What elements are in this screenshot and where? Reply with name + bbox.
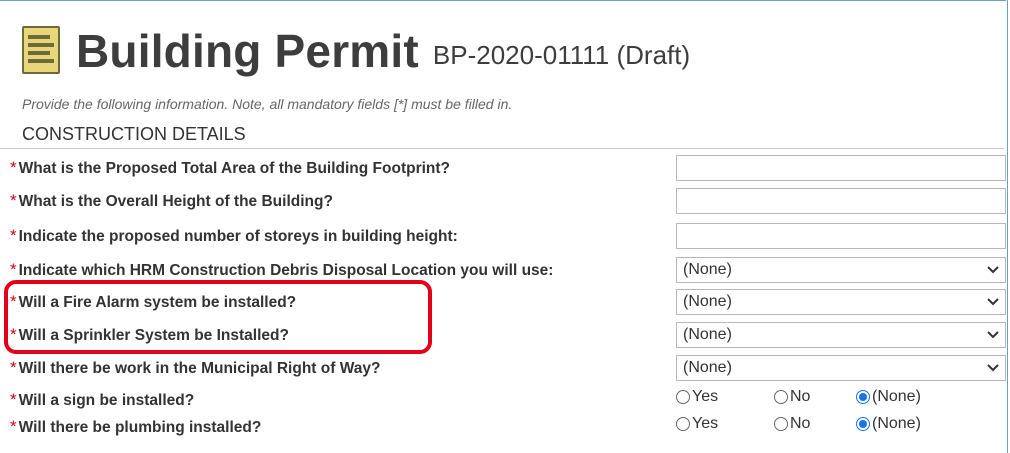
fire-alarm-select[interactable]: (None) <box>676 289 1006 315</box>
section-divider <box>0 148 1004 149</box>
plumbing-radio-none[interactable]: (None) <box>856 415 921 433</box>
footprint-area-input[interactable] <box>676 155 1006 181</box>
window-frame <box>0 0 1010 453</box>
field-label: * Indicate the proposed number of storeys… <box>10 226 458 245</box>
radio-button-selected[interactable] <box>856 417 870 431</box>
chevron-down-icon <box>987 331 999 339</box>
plumbing-radio-yes[interactable]: Yes <box>676 415 718 433</box>
storeys-input[interactable] <box>676 223 1006 249</box>
radio-button-selected[interactable] <box>856 390 870 404</box>
select-value: (None) <box>683 359 732 376</box>
field-label: * What is the Overall Height of the Build… <box>10 191 333 210</box>
chevron-down-icon <box>987 298 999 306</box>
building-height-input[interactable] <box>676 188 1006 214</box>
chevron-down-icon <box>987 266 999 274</box>
radio-button[interactable] <box>676 390 690 404</box>
required-marker: * <box>10 158 17 177</box>
sign-radio-yes[interactable]: Yes <box>676 388 718 406</box>
select-value: (None) <box>683 293 732 310</box>
highlight-annotation <box>4 280 432 354</box>
document-icon <box>22 26 60 76</box>
field-row-footprint-area: * What is the Proposed Total Area of the … <box>0 153 1010 183</box>
radio-button[interactable] <box>676 417 690 431</box>
required-marker: * <box>10 390 17 409</box>
sign-radio-none[interactable]: (None) <box>856 388 921 406</box>
select-value: (None) <box>683 261 732 278</box>
required-marker: * <box>10 260 17 279</box>
section-title: CONSTRUCTION DETAILS <box>22 124 246 144</box>
field-label: * Will a sign be installed? <box>10 390 195 409</box>
field-label: * What is the Proposed Total Area of the … <box>10 158 451 177</box>
instructions-text: Provide the following information. Note,… <box>22 96 513 112</box>
sprinkler-select[interactable]: (None) <box>676 322 1006 348</box>
permit-number: BP-2020-01111 (Draft) <box>432 40 691 70</box>
plumbing-radio-no[interactable]: No <box>774 415 810 433</box>
field-row-building-height: * What is the Overall Height of the Build… <box>0 186 1010 216</box>
debris-disposal-select[interactable]: (None) <box>676 257 1006 283</box>
required-marker: * <box>10 191 17 210</box>
sign-radio-group: Yes No (None) <box>676 386 1006 412</box>
field-row-right-of-way: * Will there be work in the Municipal Rig… <box>0 353 1010 383</box>
field-row-plumbing: * Will there be plumbing installed? Yes N… <box>0 412 1010 442</box>
field-label: * Indicate which HRM Construction Debris … <box>10 260 554 279</box>
field-label: * Will there be work in the Municipal Rig… <box>10 358 381 377</box>
sign-radio-no[interactable]: No <box>774 388 810 406</box>
select-value: (None) <box>683 326 732 343</box>
required-marker: * <box>10 417 17 436</box>
required-marker: * <box>10 358 17 377</box>
required-marker: * <box>10 226 17 245</box>
field-row-sign: * Will a sign be installed? Yes No (None) <box>0 385 1010 415</box>
radio-button[interactable] <box>774 417 788 431</box>
field-row-storeys: * Indicate the proposed number of storeys… <box>0 221 1010 251</box>
chevron-down-icon <box>987 364 999 372</box>
field-label: * Will there be plumbing installed? <box>10 417 262 436</box>
frame-top-line <box>0 0 1006 1</box>
radio-button[interactable] <box>774 390 788 404</box>
page-title: Building Permit <box>76 25 419 77</box>
plumbing-radio-group: Yes No (None) <box>676 413 1006 439</box>
right-of-way-select[interactable]: (None) <box>676 355 1006 381</box>
page-header: Building Permit BP-2020-01111 (Draft) <box>22 22 690 80</box>
